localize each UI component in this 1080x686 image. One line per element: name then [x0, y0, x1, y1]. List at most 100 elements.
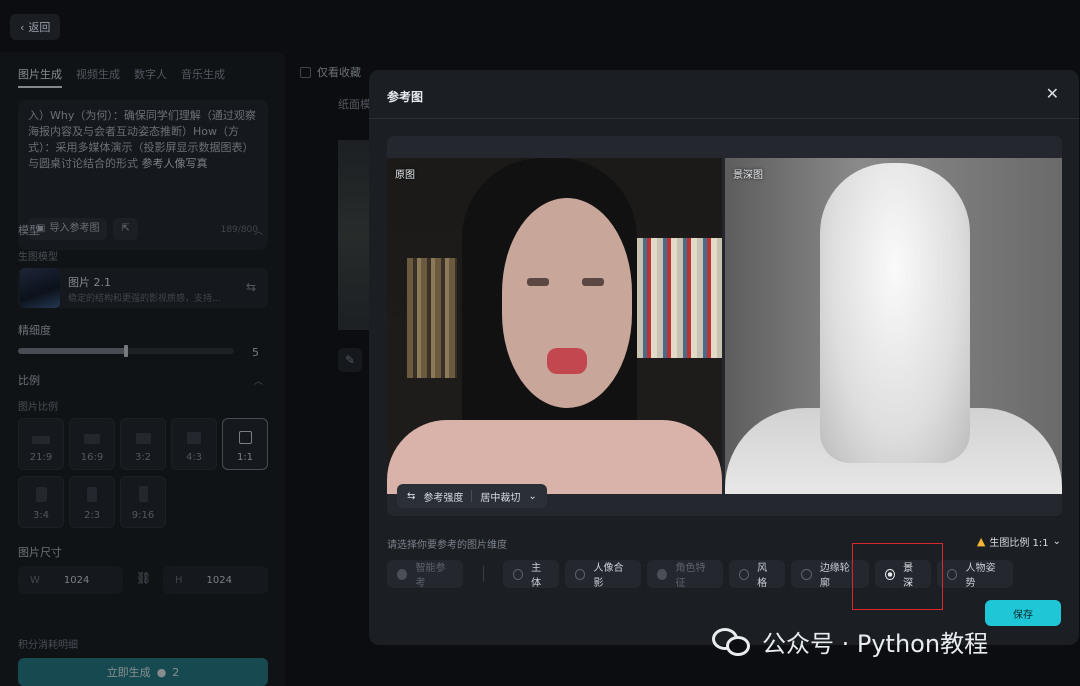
- import-ref-label: 导入参考图: [49, 223, 100, 234]
- chevron-left-icon: ‹: [20, 20, 25, 34]
- height-key: H: [175, 574, 183, 586]
- dimension-hint: 请选择你要参考的图片维度: [387, 540, 507, 551]
- option-label: 角色特征: [675, 563, 706, 589]
- option-label: 人物姿势: [965, 563, 996, 589]
- option-style[interactable]: 风格: [729, 560, 785, 589]
- model-sub: 生图模型: [18, 252, 58, 263]
- books: [637, 238, 722, 358]
- ratio-4-3[interactable]: 4:3: [171, 418, 217, 470]
- ratio-3-2[interactable]: 3:2: [120, 418, 166, 470]
- tab-video[interactable]: 视频生成: [76, 66, 120, 88]
- wechat-icon: [712, 626, 752, 658]
- crop-button[interactable]: 居中裁切: [480, 489, 520, 504]
- ratio-21-9[interactable]: 21:9: [18, 418, 64, 470]
- option-smart[interactable]: 智能参考: [387, 560, 463, 589]
- bg-thumbnail[interactable]: [338, 140, 370, 330]
- ratio-3-4[interactable]: 3:4: [18, 476, 64, 528]
- close-icon[interactable]: ✕: [1046, 84, 1059, 103]
- generate-label: 立即生成: [106, 666, 151, 679]
- ratio-1-1[interactable]: 1:1: [222, 418, 268, 470]
- divider: [369, 118, 1079, 119]
- slider-knob[interactable]: [124, 345, 128, 357]
- modal-title: 参考图: [387, 90, 424, 104]
- slider-fill: [18, 348, 126, 354]
- model-card[interactable]: 图片 2.1 稳定的结构和更强的影视质感，支持... ⇆: [18, 268, 268, 308]
- option-portrait[interactable]: 人像合影: [565, 560, 641, 589]
- back-button[interactable]: ‹ 返回: [10, 14, 61, 40]
- precision-label: 精细度: [18, 324, 51, 337]
- edit-icon[interactable]: ✎: [338, 348, 362, 372]
- radio-icon: [575, 568, 586, 580]
- bg-snippet: 纸面模: [338, 98, 371, 111]
- image-controls: ⇆ 参考强度 居中裁切 ⌄: [397, 484, 547, 508]
- lips: [547, 348, 587, 374]
- face: [502, 198, 632, 408]
- tab-music[interactable]: 音乐生成: [181, 66, 225, 88]
- prompt-box[interactable]: 入）Why（为何）：确保同学们理解（通过观察海报内容及与会者互动姿态推断）How…: [18, 100, 268, 250]
- model-section: 模型: [18, 224, 40, 237]
- left-panel: 图片生成 视频生成 数字人 音乐生成 入）Why（为何）：确保同学们理解（通过观…: [0, 52, 285, 686]
- tab-image[interactable]: 图片生成: [18, 66, 62, 88]
- eye: [582, 278, 604, 286]
- collapse-icon[interactable]: ︿: [254, 374, 263, 387]
- generate-button[interactable]: 立即生成 ● 2: [18, 658, 268, 686]
- ratio-9-16[interactable]: 9:16: [120, 476, 166, 528]
- radio-icon: [739, 568, 750, 580]
- preview-stage: 原图 景深图 ⇆ 参考强度 居中裁切 ⌄: [387, 136, 1062, 516]
- separator: [471, 490, 473, 502]
- size-label: 图片尺寸: [18, 546, 62, 559]
- model-name: 图片 2.1: [68, 276, 111, 289]
- option-label: 主体: [531, 563, 542, 589]
- depth-figure: [820, 163, 970, 463]
- divider: [483, 566, 484, 582]
- settings-icon[interactable]: ⇆: [246, 280, 256, 294]
- highlight-box: [852, 543, 943, 610]
- coin-icon: ●: [156, 665, 167, 679]
- precision-slider[interactable]: [18, 345, 234, 357]
- ratio-2-3[interactable]: 2:3: [69, 476, 115, 528]
- radio-icon: [397, 568, 408, 580]
- char-count: 189/800: [220, 225, 258, 235]
- model-desc: 稳定的结构和更强的影视质感，支持...: [68, 294, 221, 304]
- option-pose[interactable]: 人物姿势: [937, 560, 1013, 589]
- ratio-label: 生图比例 1:1: [989, 538, 1049, 549]
- dimension-options: 智能参考 主体 人像合影 角色特征 风格 边缘轮廓 景深 人物姿势: [387, 560, 1067, 589]
- option-subject[interactable]: 主体: [503, 560, 559, 589]
- tool-button[interactable]: ⇱: [113, 218, 138, 240]
- width-key: W: [30, 574, 40, 586]
- watermark: 公众号 · Python教程: [712, 624, 988, 659]
- ratio-16-9[interactable]: 16:9: [69, 418, 115, 470]
- original-tag: 原图: [395, 170, 415, 181]
- warning-icon: ▲: [976, 535, 986, 548]
- height-value: 1024: [206, 574, 232, 586]
- link-icon[interactable]: ⛓: [136, 571, 151, 585]
- depth-image: 景深图: [725, 158, 1062, 494]
- height-field[interactable]: H 1024: [163, 566, 268, 594]
- strength-icon: ⇆: [407, 490, 416, 502]
- radio-icon: [801, 568, 812, 580]
- checkbox[interactable]: [300, 66, 311, 78]
- books: [407, 258, 457, 378]
- save-button[interactable]: 保存: [985, 600, 1061, 626]
- prompt-ref-tag: 参考人像写真: [141, 157, 208, 170]
- collapse-icon[interactable]: ︿: [254, 224, 263, 237]
- cost-label[interactable]: 积分消耗明细: [18, 636, 78, 651]
- shirt: [387, 420, 722, 494]
- option-character[interactable]: 角色特征: [647, 560, 723, 589]
- chevron-down-icon[interactable]: ⌄: [528, 491, 536, 502]
- tab-digital-human[interactable]: 数字人: [134, 66, 167, 88]
- favorites-filter[interactable]: 仅看收藏: [300, 64, 361, 80]
- option-label: 人像合影: [593, 563, 624, 589]
- ratio-sub: 图片比例: [18, 402, 58, 413]
- strength-button[interactable]: 参考强度: [423, 489, 463, 504]
- radio-icon: [657, 568, 668, 580]
- ratio-section: 比例: [18, 374, 40, 387]
- chevron-down-icon: ⌄: [1052, 536, 1061, 547]
- radio-icon: [513, 568, 524, 580]
- depth-tag: 景深图: [733, 170, 763, 181]
- expand-icon: ⇱: [121, 223, 130, 234]
- option-label: 智能参考: [415, 563, 446, 589]
- ratio-selector[interactable]: ▲ 生图比例 1:1 ⌄: [977, 534, 1061, 549]
- reference-modal: 参考图 ✕ 原图 景深图 ⇆ 参考强度 居中裁切 ⌄ 请选择你要参考的图片维度 …: [369, 70, 1079, 645]
- width-field[interactable]: W 1024: [18, 566, 123, 594]
